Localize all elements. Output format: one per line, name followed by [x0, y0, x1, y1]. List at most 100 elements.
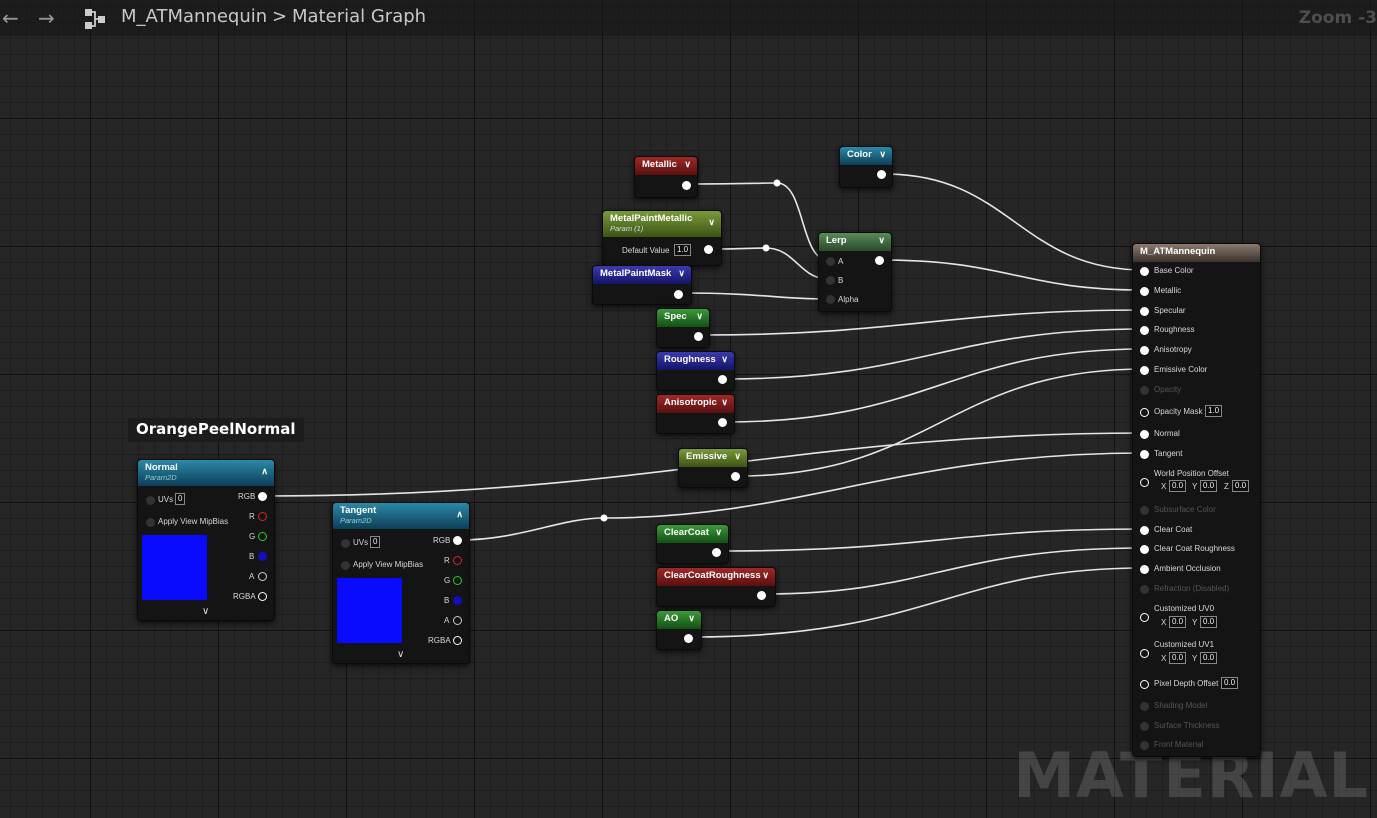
breadcrumb-asset[interactable]: M_ATMannequin — [121, 6, 267, 27]
input-pin-clear-coat[interactable] — [1140, 526, 1149, 535]
node-material-output[interactable]: M_ATMannequin Base Color Metallic Specul… — [1132, 243, 1261, 757]
chevron-up-icon[interactable]: ∧ — [456, 509, 463, 520]
back-arrow-icon[interactable]: ← — [2, 6, 19, 30]
chevron-down-icon[interactable]: ∨ — [202, 606, 209, 617]
node-emissive[interactable]: Emissive ∨ — [678, 448, 748, 488]
wire-tangent-tangent — [459, 452, 1145, 541]
uvs-field[interactable]: 0 — [370, 536, 381, 548]
node-ao[interactable]: AO ∨ — [656, 610, 702, 650]
chevron-down-icon[interactable]: ∨ — [721, 354, 728, 365]
input-pin-mipbias[interactable] — [146, 518, 155, 527]
chevron-down-icon[interactable]: ∨ — [684, 159, 691, 170]
input-pin-uv0[interactable] — [1140, 613, 1149, 622]
node-tangent-texture[interactable]: Tangent Param2D ∧ UVs 0 Apply View MipBi… — [332, 502, 470, 664]
uv0-x-field[interactable]: 0.0 — [1169, 616, 1187, 628]
output-pin-r[interactable] — [453, 556, 462, 565]
chevron-down-icon[interactable]: ∨ — [708, 217, 715, 228]
output-pin[interactable] — [718, 375, 727, 384]
output-pin-rgb[interactable] — [258, 492, 267, 501]
opacity-mask-field[interactable]: 1.0 — [1205, 405, 1223, 417]
output-pin-g[interactable] — [453, 576, 462, 585]
input-pin-emissive-color[interactable] — [1140, 366, 1149, 375]
default-value-field[interactable]: 1.0 — [674, 244, 692, 256]
input-pin-a[interactable] — [826, 257, 835, 266]
uvs-field[interactable]: 0 — [175, 493, 186, 505]
output-pin[interactable] — [704, 245, 713, 254]
chevron-down-icon[interactable]: ∨ — [734, 451, 741, 462]
node-metal-paint-metallic[interactable]: MetalPaintMetallic Param (1) ∨ Default V… — [602, 210, 722, 266]
chevron-down-icon[interactable]: ∨ — [762, 570, 769, 581]
chevron-down-icon[interactable]: ∨ — [678, 268, 685, 279]
output-pin[interactable] — [712, 548, 721, 557]
chevron-down-icon[interactable]: ∨ — [688, 613, 695, 624]
input-pin-wpo[interactable] — [1140, 478, 1149, 487]
input-pin-uv1[interactable] — [1140, 649, 1149, 658]
wpo-x-field[interactable]: 0.0 — [1169, 480, 1187, 492]
output-pin[interactable] — [682, 181, 691, 190]
chevron-down-icon[interactable]: ∨ — [721, 397, 728, 408]
input-pin-alpha[interactable] — [826, 295, 835, 304]
node-title: Tangent — [340, 505, 377, 516]
node-lerp[interactable]: Lerp ∨ A B Alpha — [818, 232, 892, 312]
input-pin-mipbias[interactable] — [341, 561, 350, 570]
pixel-depth-field[interactable]: 0.0 — [1221, 677, 1239, 689]
output-pin[interactable] — [877, 170, 886, 179]
input-pin-roughness[interactable] — [1140, 326, 1149, 335]
node-metallic[interactable]: Metallic ∨ — [634, 156, 698, 198]
node-header: AO ∨ — [657, 611, 701, 629]
chevron-down-icon[interactable]: ∨ — [878, 235, 885, 246]
comment-box[interactable]: OrangePeelNormal — [128, 418, 304, 442]
node-clearcoat[interactable]: ClearCoat ∨ — [656, 524, 729, 564]
breadcrumb-graph[interactable]: Material Graph — [292, 6, 426, 27]
output-pin[interactable] — [731, 472, 740, 481]
input-pin-specular[interactable] — [1140, 307, 1149, 316]
output-pin-a[interactable] — [453, 616, 462, 625]
node-anisotropic[interactable]: Anisotropic ∨ — [656, 394, 735, 434]
uv1-y-field[interactable]: 0.0 — [1200, 652, 1218, 664]
input-pin-clear-coat-roughness[interactable] — [1140, 545, 1149, 554]
node-normal-texture[interactable]: Normal Param2D ∧ UVs 0 Apply View MipBia… — [137, 459, 275, 621]
forward-arrow-icon[interactable]: → — [38, 6, 55, 30]
input-pin-base-color[interactable] — [1140, 267, 1149, 276]
output-pin-rgb[interactable] — [453, 536, 462, 545]
output-pin[interactable] — [674, 290, 683, 299]
node-spec[interactable]: Spec ∨ — [656, 308, 710, 348]
input-pin-ambient-occlusion[interactable] — [1140, 565, 1149, 574]
wpo-y-field[interactable]: 0.0 — [1200, 480, 1218, 492]
node-metal-paint-mask[interactable]: MetalPaintMask ∨ — [592, 265, 692, 305]
chevron-up-icon[interactable]: ∧ — [261, 466, 268, 477]
input-pin-uvs[interactable] — [341, 539, 350, 548]
output-pin-b[interactable] — [258, 552, 267, 561]
out-label-a: A — [249, 572, 255, 581]
node-clearcoat-roughness[interactable]: ClearCoatRoughness ∨ — [656, 567, 776, 607]
output-pin-rgba[interactable] — [258, 592, 267, 601]
input-pin-tangent[interactable] — [1140, 450, 1149, 459]
input-pin-anisotropy[interactable] — [1140, 346, 1149, 355]
output-pin-rgba[interactable] — [453, 636, 462, 645]
input-pin-normal[interactable] — [1140, 430, 1149, 439]
node-roughness[interactable]: Roughness ∨ — [656, 351, 735, 391]
input-pin-shading-model — [1140, 702, 1149, 711]
chevron-down-icon[interactable]: ∨ — [715, 527, 722, 538]
node-color[interactable]: Color ∨ — [839, 146, 893, 188]
input-pin-opacity-mask[interactable] — [1140, 408, 1149, 417]
uv1-x-field[interactable]: 0.0 — [1169, 652, 1187, 664]
output-pin[interactable] — [684, 634, 693, 643]
chevron-down-icon[interactable]: ∨ — [397, 649, 404, 660]
chevron-down-icon[interactable]: ∨ — [696, 311, 703, 322]
output-pin-a[interactable] — [258, 572, 267, 581]
output-pin-b[interactable] — [453, 596, 462, 605]
output-pin-g[interactable] — [258, 532, 267, 541]
wpo-z-field[interactable]: 0.0 — [1232, 480, 1250, 492]
uv0-y-field[interactable]: 0.0 — [1200, 616, 1218, 628]
output-pin[interactable] — [875, 256, 884, 265]
output-pin-r[interactable] — [258, 512, 267, 521]
output-pin[interactable] — [718, 418, 727, 427]
input-pin-pixel-depth[interactable] — [1140, 680, 1149, 689]
output-pin[interactable] — [757, 591, 766, 600]
input-pin-b[interactable] — [826, 276, 835, 285]
input-pin-metallic[interactable] — [1140, 287, 1149, 296]
input-pin-uvs[interactable] — [146, 496, 155, 505]
chevron-down-icon[interactable]: ∨ — [879, 149, 886, 160]
output-pin[interactable] — [694, 332, 703, 341]
